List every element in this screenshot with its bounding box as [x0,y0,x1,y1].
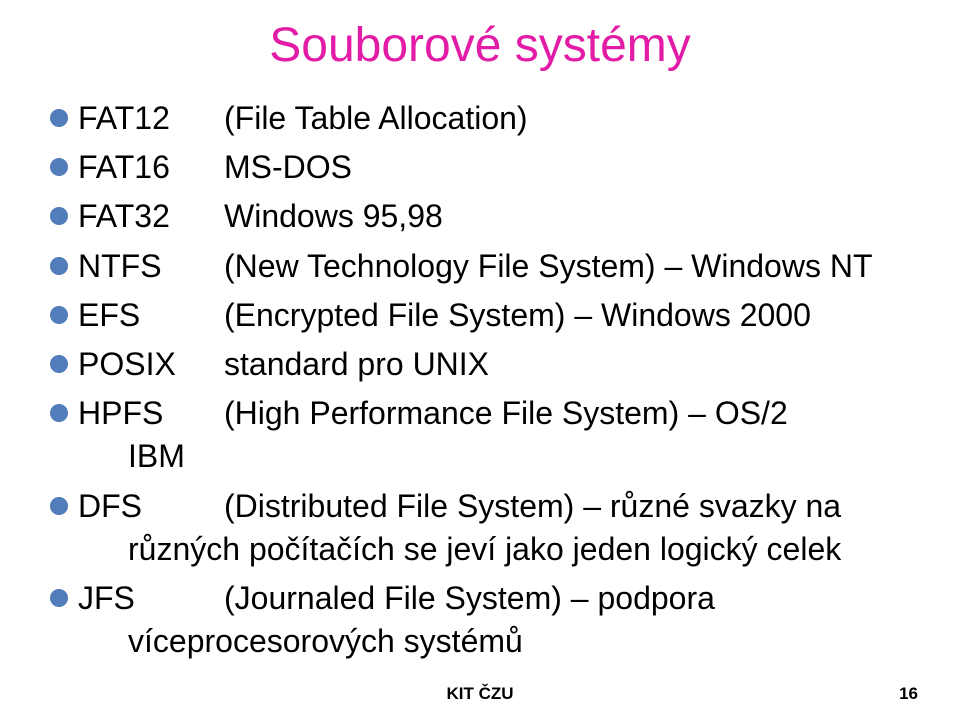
list-item: EFS (Encrypted File System) – Windows 20… [50,294,930,337]
list-item: JFS (Journaled File System) – podpora [50,577,930,620]
bullet-icon [50,497,68,515]
bullet-icon [50,158,68,176]
item-desc: (High Performance File System) – OS/2 [224,392,930,435]
footer: KIT ČZU 16 [0,684,960,704]
list-item: DFS (Distributed File System) – různé sv… [50,485,930,528]
item-subline: IBM [50,435,930,478]
item-label: FAT12 [78,97,224,140]
bullet-icon [50,257,68,275]
item-label: EFS [78,294,224,337]
list-item: FAT12 (File Table Allocation) [50,97,930,140]
list-item: FAT16 MS-DOS [50,146,930,189]
bullet-icon [50,355,68,373]
item-desc: (Journaled File System) – podpora [224,577,930,620]
footer-text: KIT ČZU [446,684,513,704]
slide-title: Souborové systémy [0,18,960,73]
item-desc: (Encrypted File System) – Windows 2000 [224,294,930,337]
item-label: NTFS [78,245,224,288]
item-desc: MS-DOS [224,146,930,189]
list-item: NTFS (New Technology File System) – Wind… [50,245,930,288]
item-desc: Windows 95,98 [224,195,930,238]
bullet-icon [50,207,68,225]
item-label: HPFS [78,392,224,435]
item-label: FAT16 [78,146,224,189]
item-desc: standard pro UNIX [224,343,930,386]
list-item: HPFS (High Performance File System) – OS… [50,392,930,435]
page-number: 16 [899,684,918,704]
item-desc: (Distributed File System) – různé svazky… [224,485,930,528]
item-continuation: různých počítačích se jeví jako jeden lo… [50,528,930,571]
list-item: FAT32 Windows 95,98 [50,195,930,238]
content-area: FAT12 (File Table Allocation) FAT16 MS-D… [0,97,960,663]
item-label: DFS [78,485,224,528]
item-desc: (File Table Allocation) [224,97,930,140]
item-label: FAT32 [78,195,224,238]
bullet-icon [50,306,68,324]
bullet-icon [50,109,68,127]
list-item: POSIX standard pro UNIX [50,343,930,386]
item-continuation: víceprocesorových systémů [50,620,930,663]
bullet-icon [50,589,68,607]
bullet-icon [50,404,68,422]
item-label: POSIX [78,343,224,386]
slide: Souborové systémy FAT12 (File Table Allo… [0,0,960,716]
item-label: JFS [78,577,224,620]
item-desc: (New Technology File System) – Windows N… [224,245,930,288]
